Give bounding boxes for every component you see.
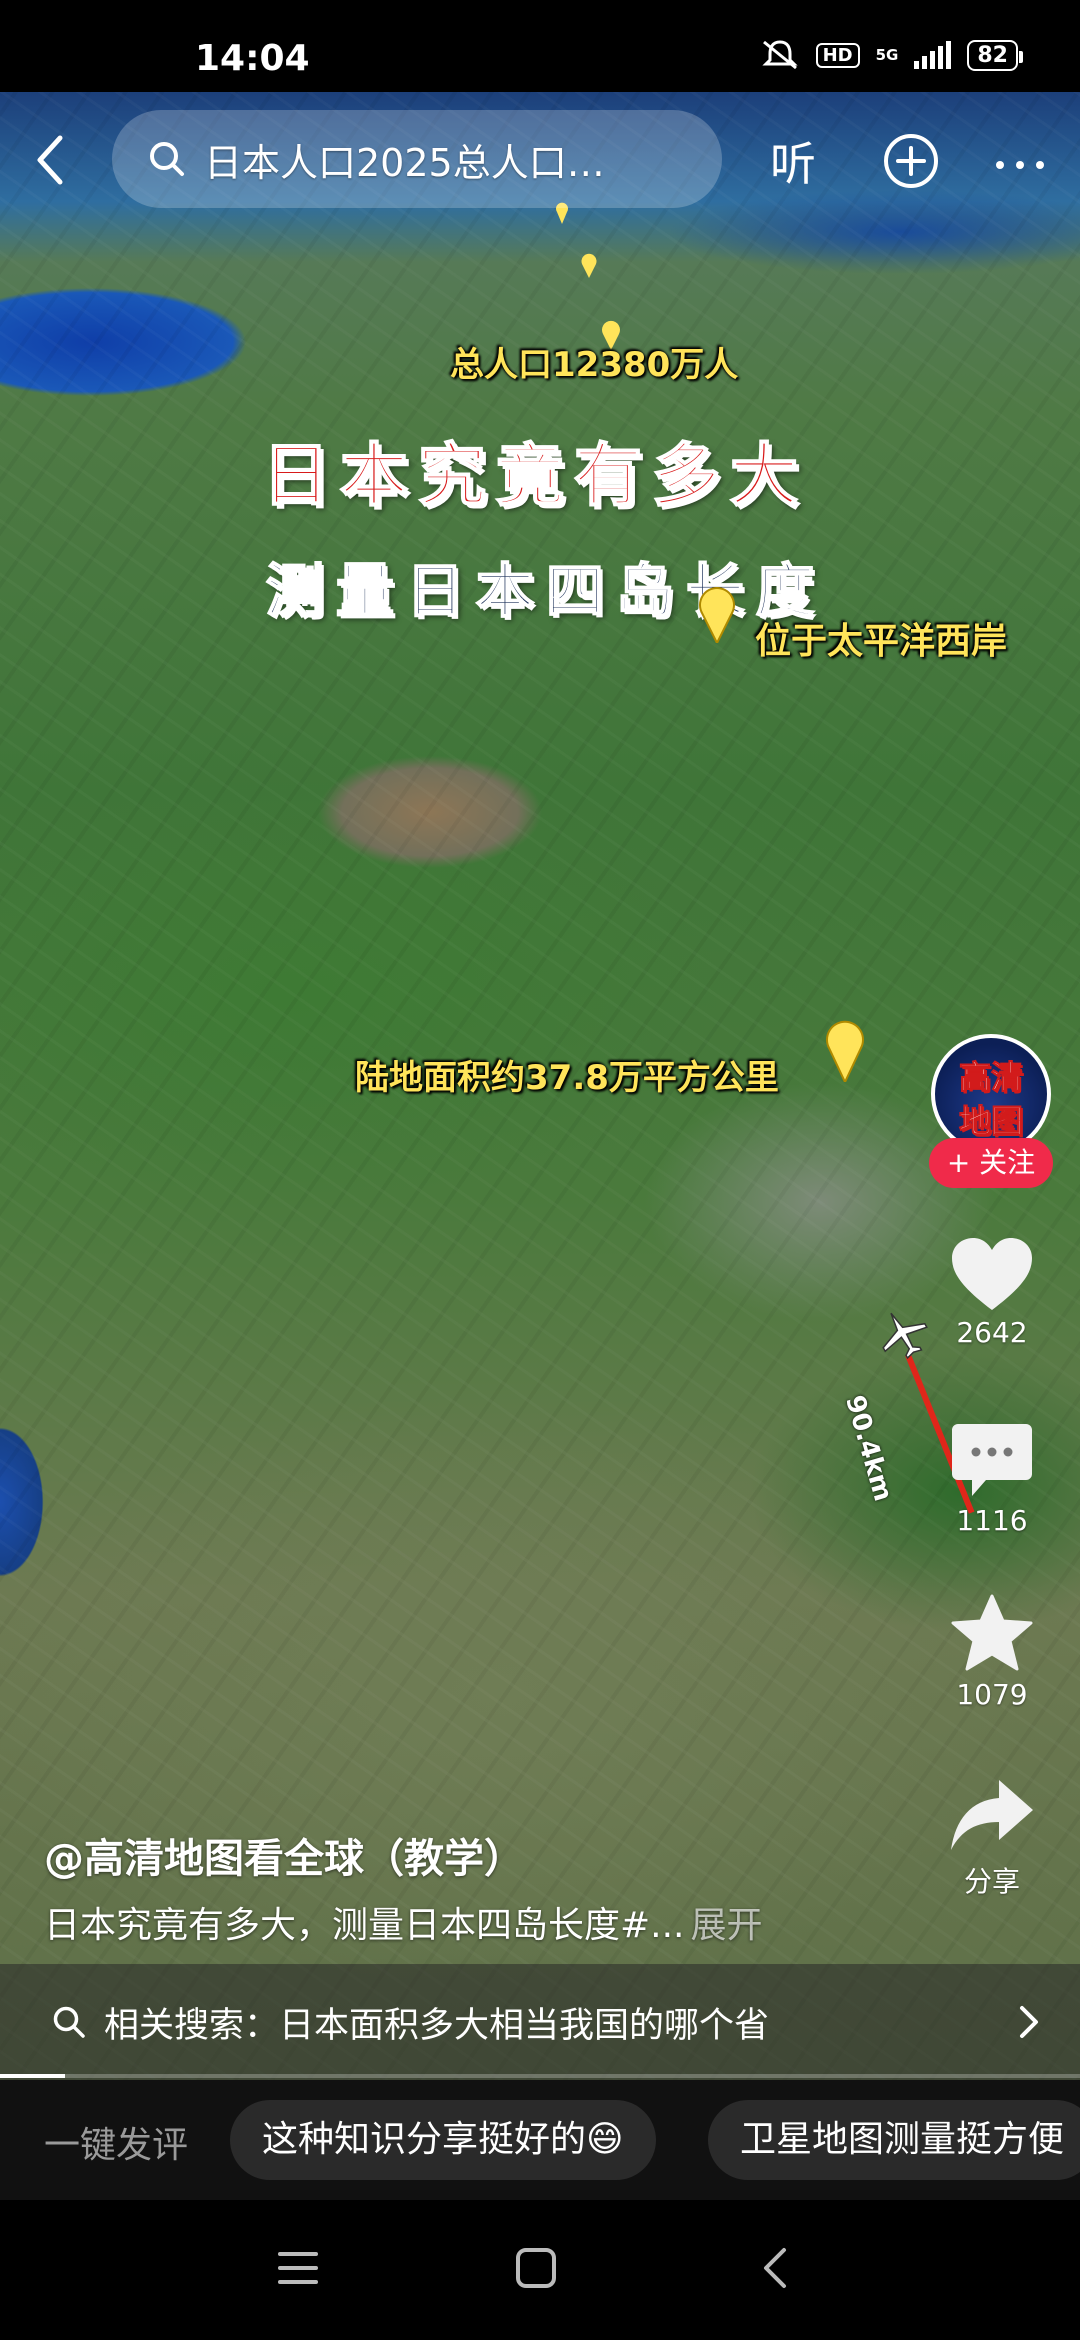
area-label: 陆地面积约37.8万平方公里 [355,1058,779,1098]
like-button[interactable]: 2642 [927,1236,1057,1349]
menu-icon[interactable] [276,2246,320,2290]
author-name[interactable]: @高清地图看全球（教学） [44,1826,524,1884]
back-nav-icon[interactable] [754,2246,798,2290]
like-count: 2642 [956,1316,1028,1349]
heart-icon [952,1238,1032,1310]
quick-comment-label[interactable]: 一键发评 [44,2116,188,2168]
battery-icon: 82 [967,39,1023,71]
map-pin-icon [699,587,735,643]
network-type: 5G [875,45,899,64]
favorite-button[interactable]: 1079 [927,1594,1057,1711]
video-progress-bar[interactable] [0,2074,1080,2078]
listen-button[interactable]: 听 [770,128,816,194]
airplane-icon [882,1312,928,1360]
progress-fill [0,2074,65,2078]
location-label: 位于太平洋西岸 [755,621,1008,662]
video-title-overlay: 日本究竟有多大 [261,436,809,517]
video-caption[interactable]: 日本究竟有多大，测量日本四岛长度#... 展开 [44,1896,763,1948]
search-icon [150,142,184,176]
add-icon[interactable] [883,133,939,189]
video-subtitle-overlay: 测量日本四岛长度 [265,556,827,626]
video-player[interactable]: 总人口12380万人 日本究竟有多大 测量日本四岛长度 位于太平洋西岸 陆地面积… [0,92,1080,2080]
avatar-text-line1: 高清 [958,1058,1023,1097]
more-icon[interactable] [990,140,1050,190]
quick-comment-chip[interactable]: 这种知识分享挺好的😄 [230,2100,656,2180]
share-label: 分享 [963,1865,1020,1898]
hd-badge: HD [815,42,860,68]
author-avatar[interactable]: 高清 地图 [931,1034,1051,1154]
quick-comment-bar: 一键发评 这种知识分享挺好的😄 卫星地图测量挺方便 [0,2080,1080,2200]
quick-comment-chip[interactable]: 卫星地图测量挺方便 [708,2100,1080,2180]
expand-link[interactable]: 展开 [691,1905,763,1946]
avatar-text-line2: 地图 [958,1102,1023,1141]
search-query: 日本人口2025总人口… [204,140,605,185]
back-icon[interactable] [28,130,72,190]
home-icon[interactable] [514,2246,558,2290]
search-bar[interactable]: 日本人口2025总人口… [112,110,722,208]
related-search-bar[interactable]: 相关搜索：日本面积多大相当我国的哪个省 [0,1964,1080,2080]
map-pin-icon [581,253,597,278]
comment-button[interactable]: 1116 [927,1420,1057,1537]
caption-text: 日本究竟有多大，测量日本四岛长度#... [44,1905,685,1946]
map-pin-icon [826,1020,864,1082]
signal-icon: 5G [875,45,899,64]
search-icon [53,2006,85,2038]
chevron-right-icon [1020,2006,1038,2038]
signal-bars-icon [914,41,952,69]
mute-icon [761,40,798,70]
favorite-count: 1079 [956,1678,1028,1711]
star-icon [951,1594,1033,1671]
share-button[interactable]: 分享 [927,1776,1057,1900]
system-nav-bar [0,2200,1080,2340]
population-label: 总人口12380万人 [450,345,739,385]
comment-icon [952,1424,1032,1496]
share-icon [951,1780,1033,1850]
follow-button[interactable]: + 关注 [929,1138,1053,1188]
comment-count: 1116 [956,1504,1028,1537]
related-search-text: 相关搜索：日本面积多大相当我国的哪个省 [104,2005,770,2046]
status-icons: HD 5G 82 [760,38,1023,72]
status-time: 14:04 [195,38,310,79]
status-bar: 14:04 HD 5G 82 [0,0,1080,92]
